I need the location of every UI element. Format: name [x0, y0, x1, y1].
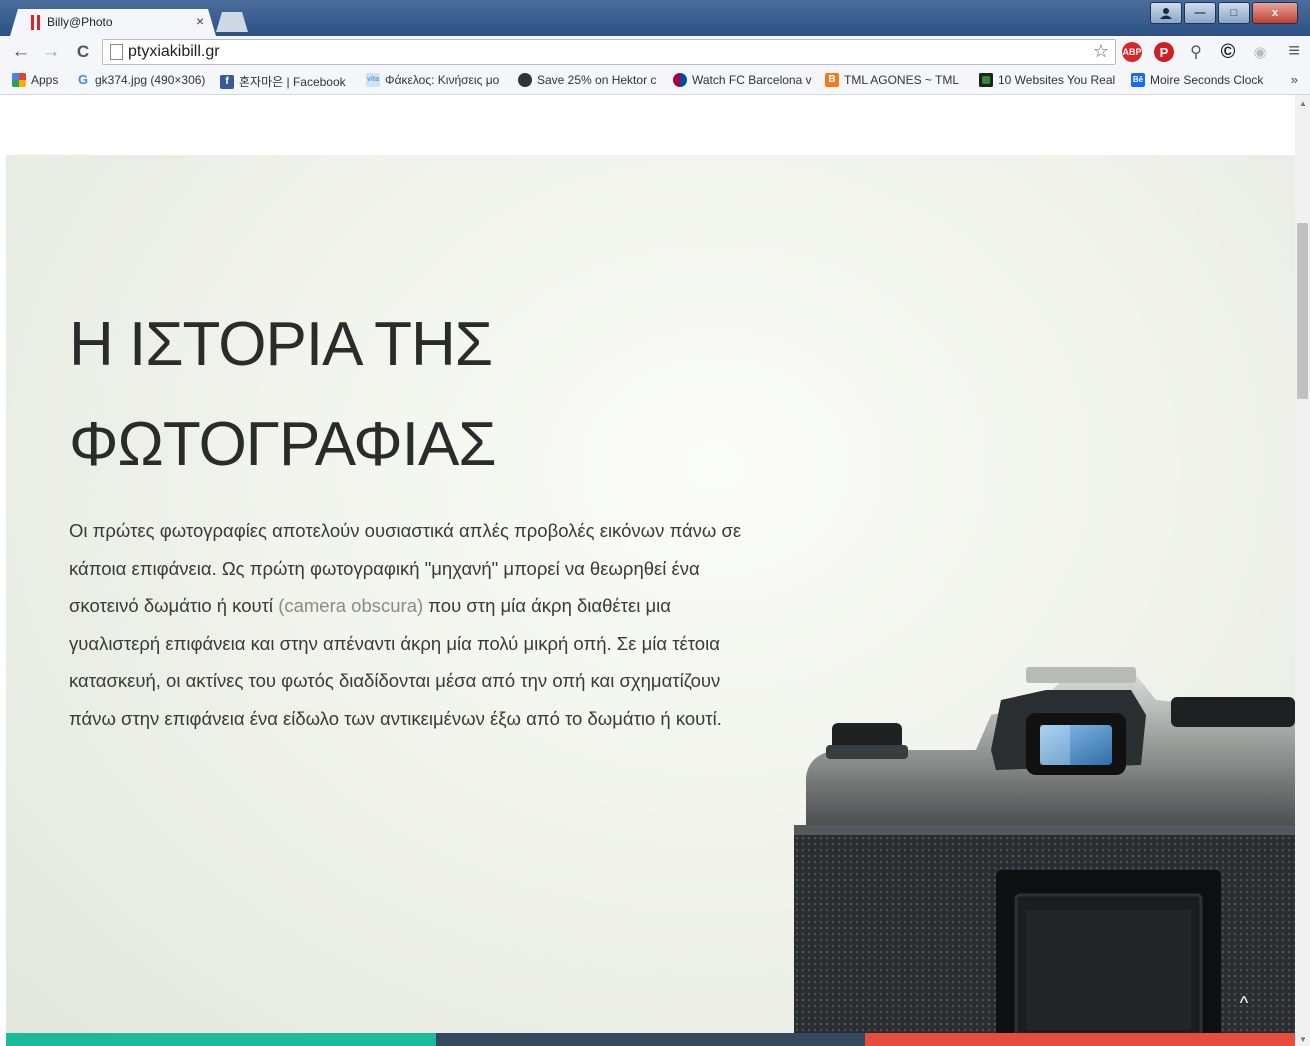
vertical-scrollbar[interactable]: ▲ ▼	[1295, 95, 1310, 1046]
color-bar-segment	[865, 1033, 1295, 1046]
bookmark-item[interactable]: G gk374.jpg (490×306)	[76, 72, 206, 88]
minimize-button[interactable]: —	[1184, 2, 1216, 24]
scroll-down-arrow-icon[interactable]: ▼	[1299, 1035, 1307, 1044]
bookmark-label: TML AGONES ~ TML	[844, 73, 960, 87]
behance-icon: Bē	[1131, 73, 1145, 87]
vita-icon: vita	[366, 73, 380, 87]
barca-icon	[673, 73, 687, 87]
maximize-button[interactable]: □	[1218, 2, 1250, 24]
camera-obscura-term: (camera obscura)	[278, 595, 424, 616]
green-square-icon	[979, 73, 993, 87]
back-arrow-icon[interactable]: ←	[10, 41, 32, 63]
title-line-1: Η ΙΣΤΟΡΙΑ ΤΗΣ	[69, 310, 493, 379]
copyright-icon[interactable]: ©	[1218, 41, 1238, 63]
site-favicon-icon	[31, 15, 41, 30]
footer-color-bar	[6, 1033, 1295, 1046]
tab-close-icon[interactable]: ×	[196, 13, 204, 29]
intro-paragraph: Οι πρώτες φωτογραφίες αποτελούν ουσιαστι…	[69, 512, 759, 737]
camera-image	[794, 667, 1295, 1046]
reload-icon[interactable]: C	[72, 42, 94, 62]
bookmark-label: Φάκελος: Κινήσεις μο	[385, 73, 500, 87]
bookmark-item[interactable]: Apps	[12, 73, 58, 87]
browser-titlebar: Billy@Photo × — □ x	[0, 0, 1310, 36]
bookmark-star-icon[interactable]: ☆	[1093, 41, 1109, 62]
browser-toolbar: ← → C ptyxiakibill.gr ☆ ABP P ⚲ © ◉ ≡	[0, 36, 1310, 68]
bookmark-label: Moire Seconds Clock	[1150, 73, 1264, 87]
pinterest-icon[interactable]: P	[1154, 42, 1174, 62]
hero-section: Η ΙΣΤΟΡΙΑ ΤΗΣ ΦΩΤΟΓΡΑΦΙΑΣ Οι πρώτες φωτο…	[6, 155, 1295, 1046]
apps-grid-icon	[12, 73, 26, 87]
bookmark-item[interactable]: B TML AGONES ~ TML	[825, 73, 959, 87]
facebook-icon: f	[220, 74, 234, 89]
address-bar[interactable]: ptyxiakibill.gr ☆	[102, 39, 1116, 65]
scroll-up-arrow-icon[interactable]: ▲	[1299, 99, 1307, 108]
bookmark-label: 10 Websites You Real	[998, 73, 1116, 87]
tab-title: Billy@Photo	[47, 15, 113, 29]
circle-extension-icon[interactable]: ◉	[1250, 42, 1270, 62]
forward-arrow-icon[interactable]: →	[40, 41, 62, 63]
page-icon	[110, 44, 123, 60]
title-line-2: ΦΩΤΟΓΡΑΦΙΑΣ	[69, 410, 497, 479]
new-tab-button[interactable]	[216, 12, 248, 32]
color-bar-segment	[435, 1033, 866, 1046]
bookmark-item[interactable]: Bē Moire Seconds Clock	[1131, 73, 1263, 87]
bookmark-item[interactable]: vita Φάκελος: Κινήσεις μο	[366, 73, 499, 87]
bookmark-label: 혼자마은 | Facebook	[239, 75, 346, 89]
window-controls: — □ x	[1150, 2, 1298, 24]
bookmark-item[interactable]: 10 Websites You Real	[979, 73, 1115, 87]
steam-icon	[518, 73, 532, 87]
bookmark-label: Save 25% on Hektor c	[537, 73, 657, 87]
page-title: Η ΙΣΤΟΡΙΑ ΤΗΣ ΦΩΤΟΓΡΑΦΙΑΣ	[69, 295, 689, 495]
bookmark-item[interactable]: Watch FC Barcelona v	[673, 73, 812, 87]
google-icon: G	[77, 72, 89, 87]
profile-icon[interactable]	[1150, 2, 1182, 24]
url-text[interactable]: ptyxiakibill.gr	[128, 43, 220, 61]
bookmark-label: Apps	[31, 73, 59, 87]
adblock-plus-icon[interactable]: ABP	[1122, 42, 1142, 62]
page-viewport: Η ΙΣΤΟΡΙΑ ΤΗΣ ΦΩΤΟΓΡΑΦΙΑΣ Οι πρώτες φωτο…	[0, 95, 1295, 1046]
bookmark-label: Watch FC Barcelona v	[692, 73, 812, 87]
extension-icon[interactable]: ⚲	[1186, 42, 1206, 62]
blogger-icon: B	[825, 73, 839, 87]
bookmark-item[interactable]: Save 25% on Hektor c	[518, 73, 656, 87]
bookmark-label: gk374.jpg (490×306)	[95, 73, 206, 87]
bookmark-item[interactable]: f 혼자마은 | Facebook	[220, 73, 346, 90]
scrollbar-thumb[interactable]	[1297, 223, 1308, 399]
browser-menu-icon[interactable]: ≡	[1288, 40, 1300, 63]
back-to-top-button[interactable]: ^	[1230, 988, 1258, 1016]
browser-tab[interactable]: Billy@Photo ×	[10, 9, 216, 36]
close-window-button[interactable]: x	[1252, 2, 1298, 24]
more-bookmarks-icon[interactable]: »	[1291, 72, 1298, 87]
bookmarks-bar: Apps G gk374.jpg (490×306) f 혼자마은 | Face…	[0, 68, 1310, 95]
color-bar-segment	[6, 1033, 436, 1046]
